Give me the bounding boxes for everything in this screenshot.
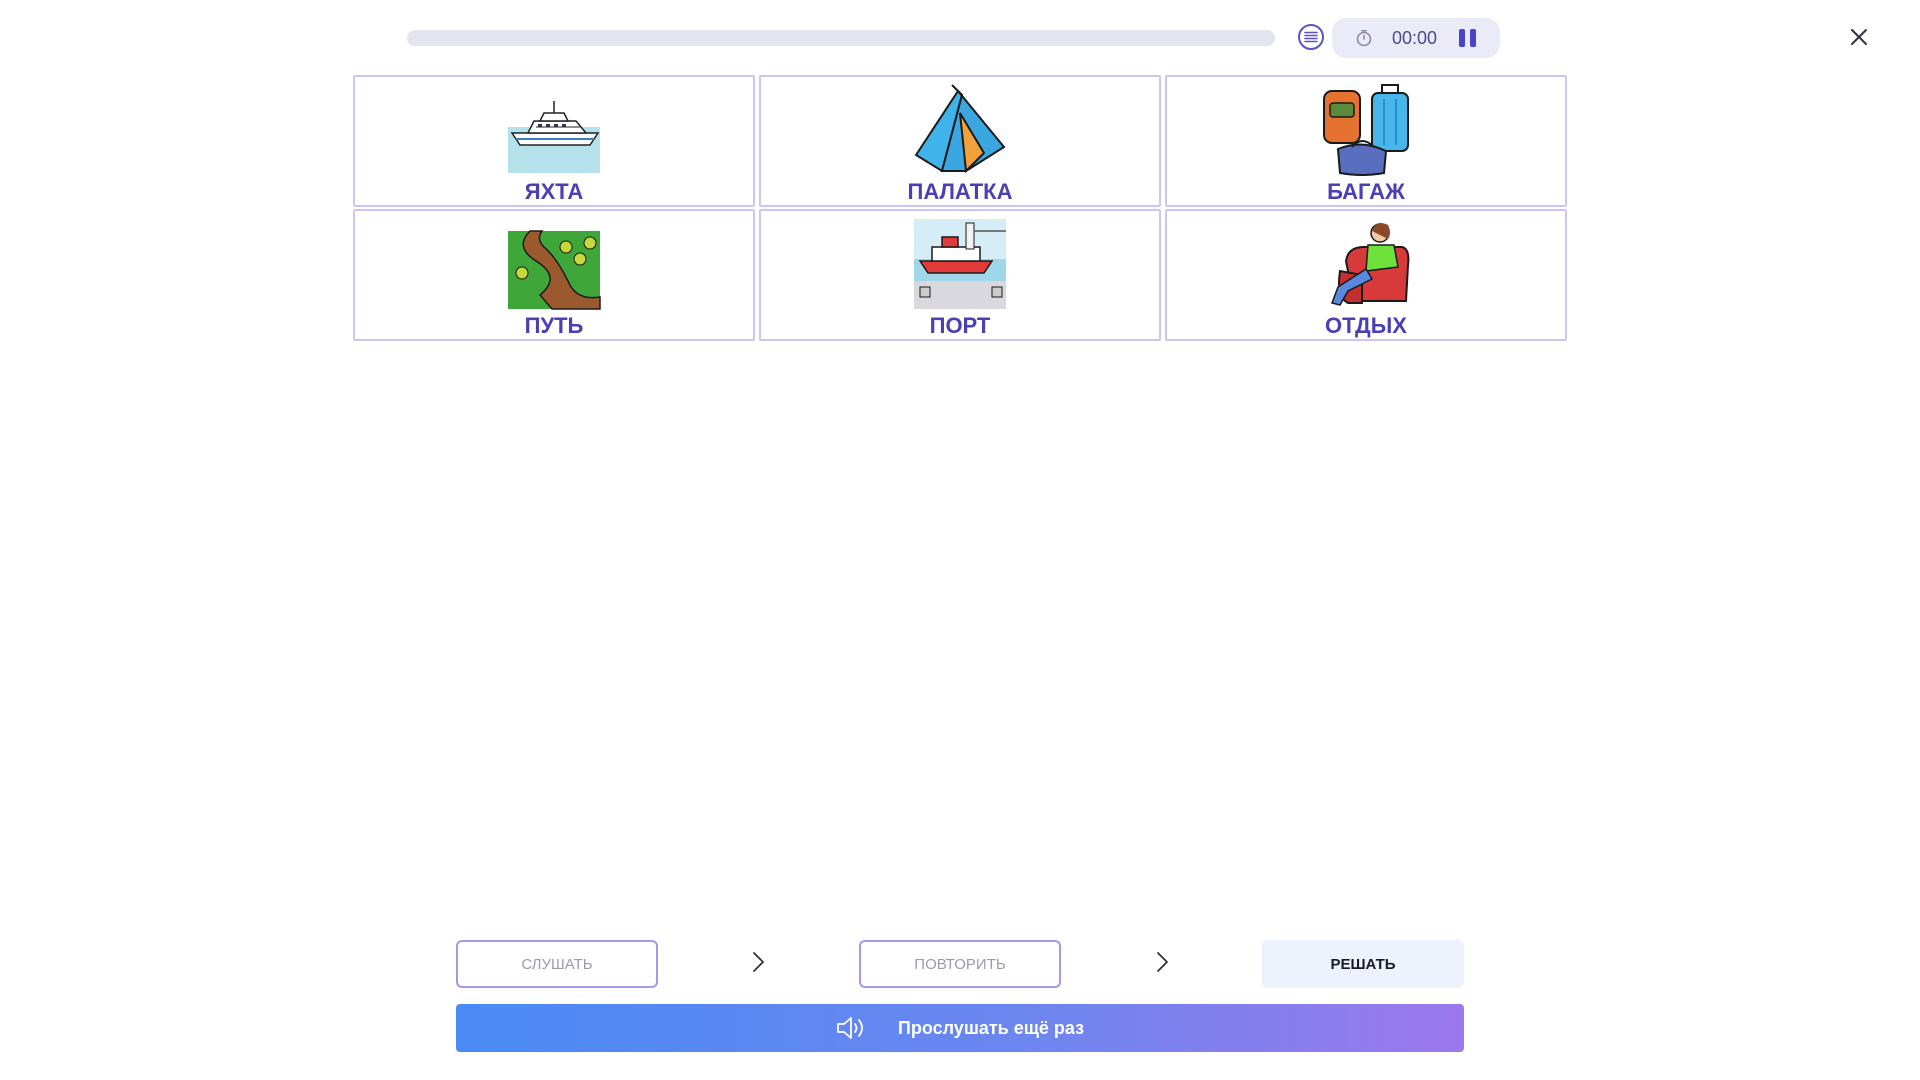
exercise-screen: 00:00 ЯХТА ПАЛАТКА БАГАЖ ПУТЬ ПОРТ ОТДЫХ… <box>0 0 1920 1080</box>
word-cards-grid: ЯХТА ПАЛАТКА БАГАЖ ПУТЬ ПОРТ ОТДЫХ <box>353 75 1567 341</box>
card-rest[interactable]: ОТДЫХ <box>1165 209 1567 341</box>
list-button[interactable] <box>1298 24 1324 50</box>
list-icon <box>1304 31 1318 43</box>
card-port[interactable]: ПОРТ <box>759 209 1161 341</box>
close-icon[interactable] <box>1846 24 1872 50</box>
timer-value: 00:00 <box>1392 28 1438 48</box>
listen-step-button[interactable]: СЛУШАТЬ <box>456 940 658 988</box>
card-path[interactable]: ПУТЬ <box>353 209 755 341</box>
card-word: ОТДЫХ <box>1325 313 1407 338</box>
path-icon <box>508 230 601 310</box>
chevron-right-icon <box>753 952 764 972</box>
port-icon <box>914 219 1006 309</box>
listen-again-label: Прослушать ещё раз <box>897 1017 1085 1038</box>
yacht-icon <box>508 101 600 173</box>
card-yacht[interactable]: ЯХТА <box>353 75 755 207</box>
repeat-step-button[interactable]: ПОВТОРИТЬ <box>859 940 1061 988</box>
listen-again-button[interactable]: Прослушать ещё раз <box>456 1004 1464 1052</box>
pause-icon <box>1459 29 1465 47</box>
timer: 00:00 <box>1332 18 1500 58</box>
chevron-right-icon <box>1157 952 1168 972</box>
card-word: ПУТЬ <box>524 313 584 338</box>
card-luggage[interactable]: БАГАЖ <box>1165 75 1567 207</box>
card-word: ЯХТА <box>524 179 584 204</box>
tent-icon <box>914 84 1006 174</box>
rest-icon <box>1331 223 1410 306</box>
pause-button[interactable] <box>1459 29 1479 47</box>
speaker-icon <box>837 1017 863 1039</box>
card-word: ПОРТ <box>929 313 991 338</box>
card-word: БАГАЖ <box>1327 179 1405 204</box>
card-word: ПАЛАТКА <box>907 179 1013 204</box>
card-tent[interactable]: ПАЛАТКА <box>759 75 1161 207</box>
progress-bar <box>407 30 1275 46</box>
clock-icon <box>1356 29 1372 47</box>
solve-step-button[interactable]: РЕШАТЬ <box>1262 940 1464 988</box>
luggage-icon <box>1323 84 1409 176</box>
